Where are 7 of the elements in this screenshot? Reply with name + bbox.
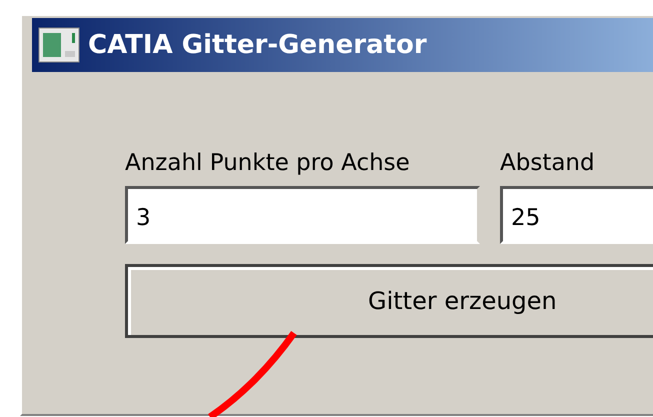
- window-title: CATIA Gitter-Generator: [88, 28, 427, 62]
- input-field[interactable]: 25: [500, 186, 653, 244]
- window-icon: [38, 27, 80, 63]
- field-label: Anzahl Punkte pro Achse: [125, 149, 411, 178]
- input-field[interactable]: 3: [125, 186, 480, 244]
- field-label: Abstand: [500, 149, 596, 178]
- generate-button[interactable]: Gitter erzeugen: [125, 264, 653, 338]
